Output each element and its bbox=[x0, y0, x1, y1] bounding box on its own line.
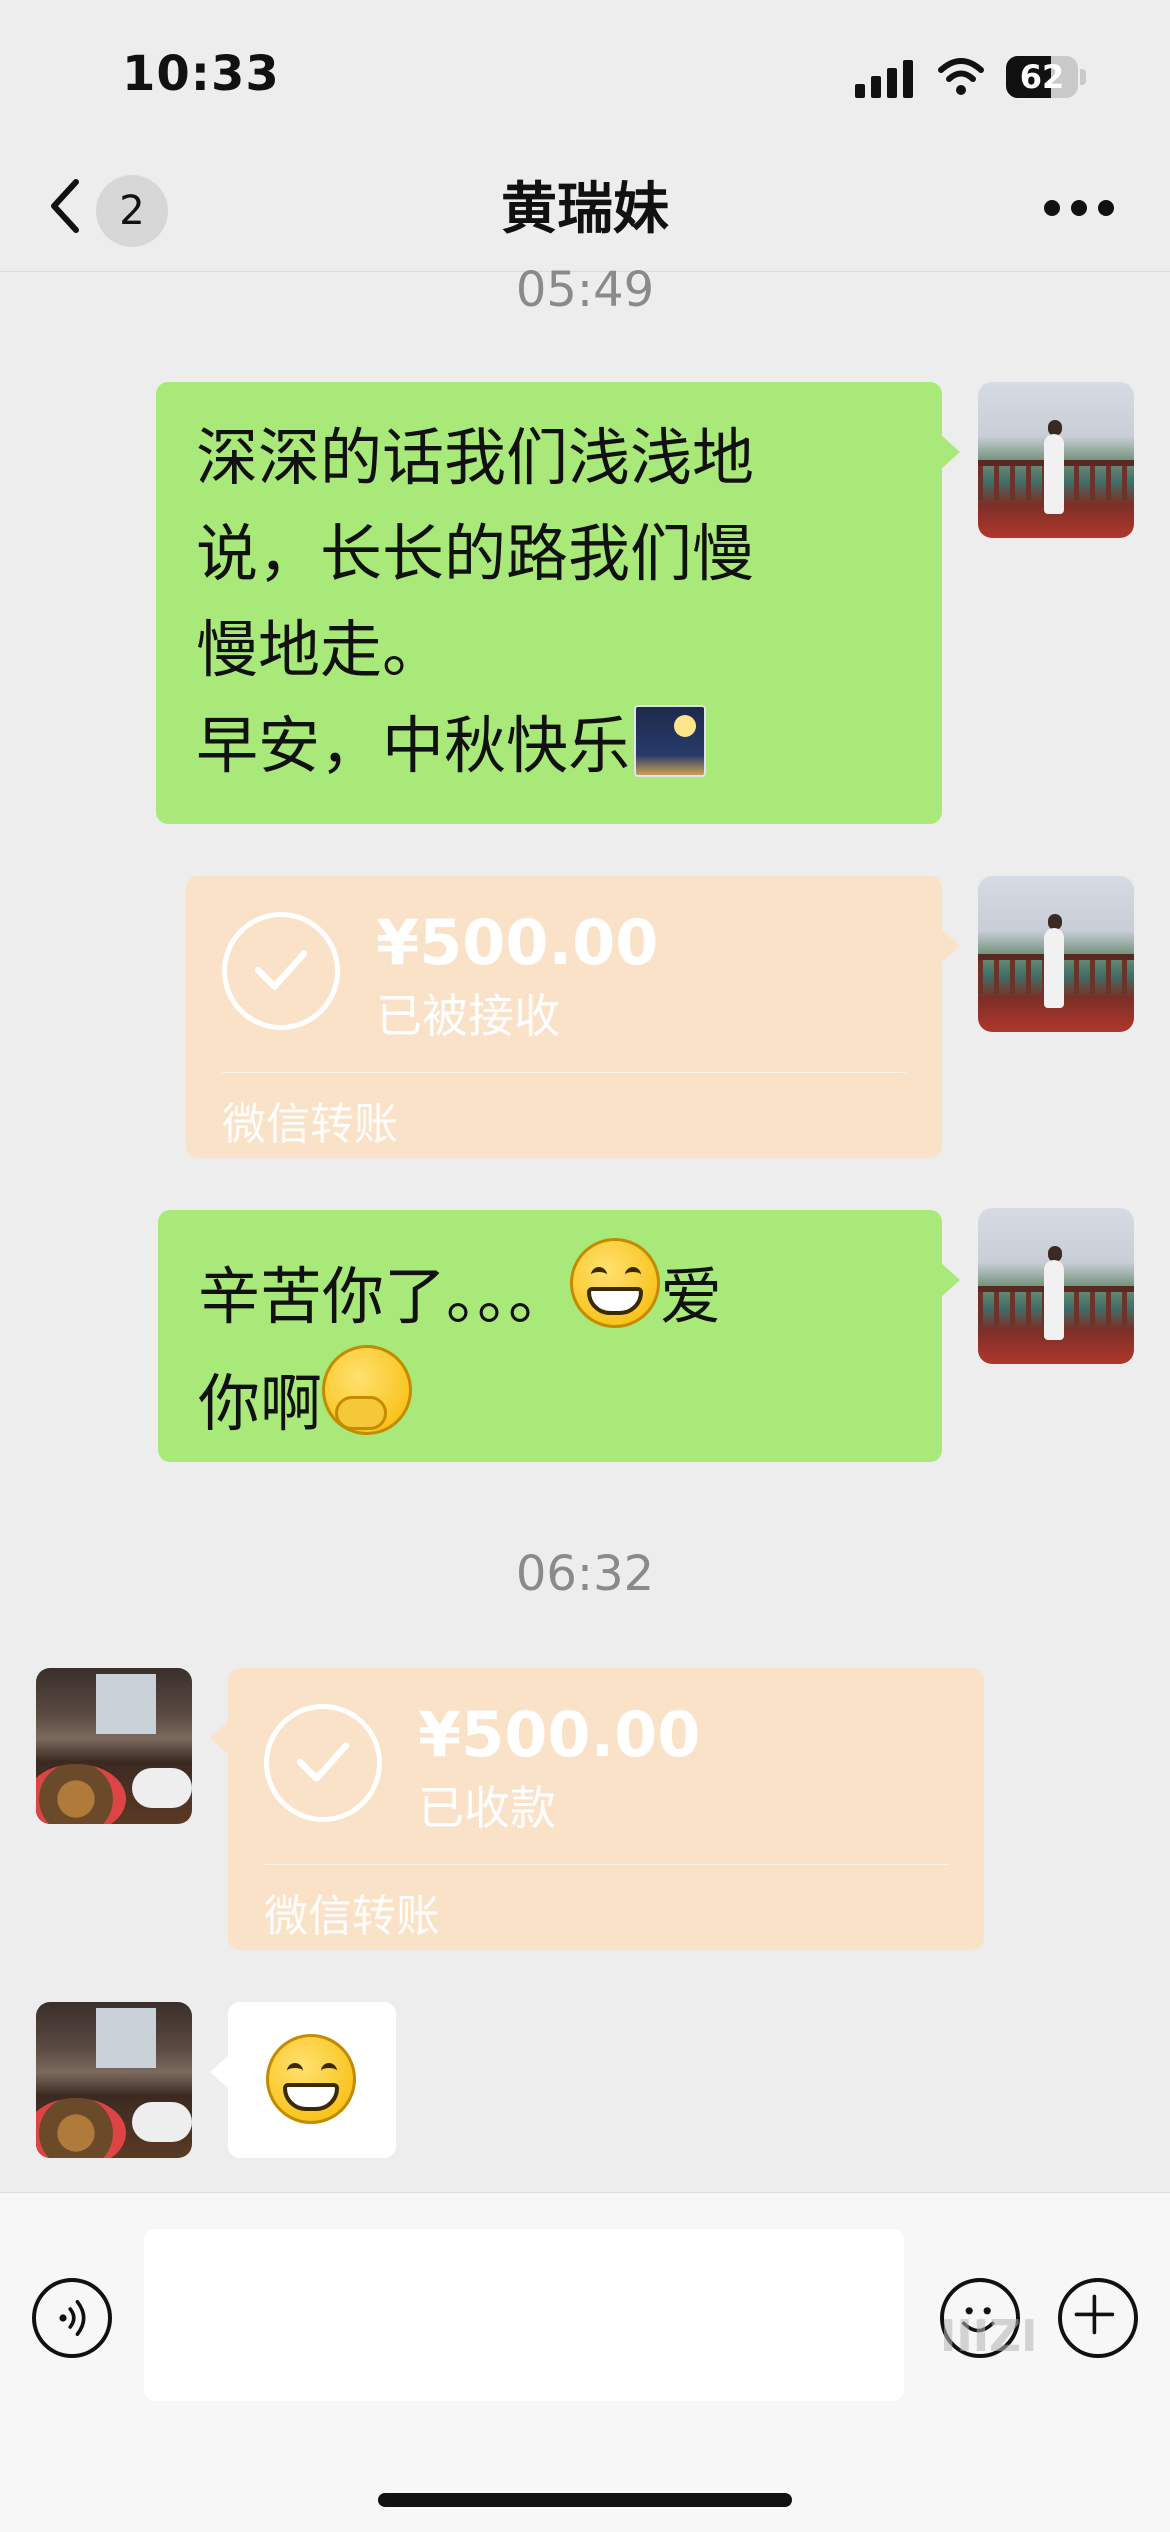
transfer-amount: ¥500.00 bbox=[418, 1698, 701, 1771]
plus-icon[interactable] bbox=[1058, 2278, 1138, 2358]
message-timestamp: 05:49 bbox=[515, 262, 655, 318]
message-text: 辛苦你了。。。 爱 你啊 bbox=[158, 1210, 942, 1476]
sent-message-bubble[interactable]: 辛苦你了。。。 爱 你啊 bbox=[158, 1210, 960, 1462]
grinning-face-emoji-icon bbox=[266, 2034, 356, 2124]
avatar-photo-detail bbox=[1044, 434, 1064, 514]
message-timestamp: 06:32 bbox=[515, 1546, 655, 1602]
check-circle-icon bbox=[264, 1704, 382, 1822]
transfer-card-sent[interactable]: ¥500.00 已被接收 微信转账 bbox=[186, 876, 960, 1158]
my-avatar[interactable] bbox=[978, 876, 1134, 1032]
more-dots-icon[interactable] bbox=[1044, 200, 1114, 220]
avatar-photo-detail bbox=[132, 1768, 192, 1808]
message-line-text: 辛苦你了。。。 bbox=[198, 1260, 571, 1333]
wifi-icon bbox=[938, 58, 984, 95]
battery-tip bbox=[1080, 69, 1086, 85]
transfer-status: 已收款 bbox=[418, 1781, 556, 1835]
avatar-photo-detail bbox=[132, 2102, 192, 2142]
message-line: 说，长长的路我们慢 bbox=[196, 517, 755, 590]
bubble-tail bbox=[940, 928, 960, 964]
watermark: IIIZI bbox=[940, 2311, 1038, 2362]
chevron-left-icon[interactable] bbox=[44, 176, 88, 236]
shy-face-emoji-icon bbox=[322, 1345, 413, 1435]
moon-festival-emoji-icon bbox=[634, 705, 707, 777]
cellular-signal-icon bbox=[855, 60, 913, 98]
bubble-tail bbox=[210, 2054, 230, 2090]
avatar-photo-detail bbox=[96, 2008, 156, 2068]
transfer-status: 已被接收 bbox=[376, 989, 560, 1043]
chat-title: 黄瑞妹 bbox=[501, 177, 669, 242]
message-line: 辛苦你了。。。 爱 bbox=[198, 1238, 906, 1345]
contact-avatar[interactable] bbox=[36, 1668, 192, 1824]
transfer-label: 微信转账 bbox=[222, 1099, 398, 1150]
bubble-tail bbox=[940, 434, 960, 470]
battery-indicator: 62 bbox=[1006, 56, 1086, 98]
home-indicator[interactable] bbox=[378, 2493, 792, 2507]
chat-screen: 10:33 62 2 黄瑞妹 05:49 深深的话我们浅浅地 说，长长的路我们慢… bbox=[0, 0, 1170, 2532]
avatar-photo-detail bbox=[36, 2098, 126, 2158]
avatar-photo-detail bbox=[1044, 928, 1064, 1008]
received-emoji-bubble[interactable] bbox=[210, 2002, 396, 2158]
battery-icon: 62 bbox=[1006, 56, 1078, 98]
message-line-text: 早安，中秋快乐 bbox=[196, 709, 631, 782]
message-line: 你啊 bbox=[198, 1345, 906, 1452]
transfer-label: 微信转账 bbox=[264, 1891, 440, 1942]
message-line-text: 爱 bbox=[660, 1260, 723, 1333]
battery-level: 62 bbox=[1019, 58, 1065, 96]
my-avatar[interactable] bbox=[978, 382, 1134, 538]
message-text: 深深的话我们浅浅地 说，长长的路我们慢 慢地走。 早安，中秋快乐 bbox=[156, 382, 942, 818]
avatar-photo-detail bbox=[96, 1674, 156, 1734]
message-line-text: 你啊 bbox=[198, 1367, 323, 1440]
message-line: 深深的话我们浅浅地 bbox=[196, 421, 755, 494]
status-time: 10:33 bbox=[122, 46, 280, 102]
transfer-divider bbox=[264, 1864, 948, 1865]
voice-input-icon[interactable] bbox=[32, 2278, 112, 2358]
message-line: 慢地走。 bbox=[196, 613, 445, 686]
sent-message-bubble[interactable]: 深深的话我们浅浅地 说，长长的路我们慢 慢地走。 早安，中秋快乐 bbox=[156, 382, 960, 824]
status-bar: 10:33 62 bbox=[0, 0, 1170, 150]
message-input-bar: IIIZI bbox=[0, 2192, 1170, 2532]
message-input[interactable] bbox=[144, 2229, 904, 2401]
chat-header: 2 黄瑞妹 bbox=[0, 150, 1170, 272]
avatar-photo-detail bbox=[36, 1764, 126, 1824]
unread-count-badge[interactable]: 2 bbox=[96, 175, 168, 247]
avatar-photo-detail bbox=[1044, 1260, 1064, 1340]
check-circle-icon bbox=[222, 912, 340, 1030]
bubble-tail bbox=[940, 1262, 960, 1298]
grinning-face-emoji-icon bbox=[570, 1238, 661, 1328]
my-avatar[interactable] bbox=[978, 1208, 1134, 1364]
transfer-card-received[interactable]: ¥500.00 已收款 微信转账 bbox=[210, 1668, 984, 1950]
contact-avatar[interactable] bbox=[36, 2002, 192, 2158]
message-line: 早安，中秋快乐 bbox=[196, 698, 906, 794]
bubble-tail bbox=[210, 1720, 230, 1756]
transfer-divider bbox=[222, 1072, 906, 1073]
transfer-amount: ¥500.00 bbox=[376, 906, 659, 979]
